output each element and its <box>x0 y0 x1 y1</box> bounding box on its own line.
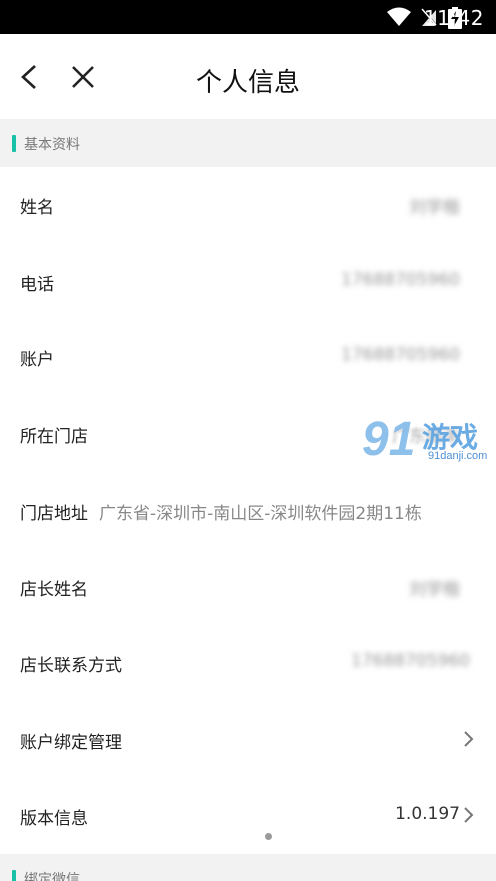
chevron-right-icon <box>464 807 474 823</box>
row-value: 刘学楷 <box>409 198 460 218</box>
section-label: 绑定微信 <box>24 872 80 881</box>
row-version[interactable]: 版本信息 1.0.197 <box>0 778 496 854</box>
row-manager-contact: 店长联系方式 17688705960 <box>0 625 496 701</box>
status-bar: 11:42 <box>0 0 496 34</box>
row-value: 刘学楷 <box>409 580 460 600</box>
row-account: 账户 17688705960 <box>0 319 496 395</box>
title-bar: 个人信息 <box>0 34 496 119</box>
row-value: 17688705960 <box>341 270 460 290</box>
row-phone: 电话 17688705960 <box>0 244 496 320</box>
row-label: 店长联系方式 <box>20 656 122 676</box>
section-header-basic: 基本资料 <box>0 119 496 167</box>
section-accent-bar <box>12 870 16 881</box>
row-store-address: 门店地址 广东省-深圳市-南山区-深圳软件园2期11栋 <box>0 473 496 549</box>
row-label: 姓名 <box>20 198 54 218</box>
wifi-icon <box>387 7 411 26</box>
row-label: 电话 <box>20 275 54 295</box>
status-time: 11:42 <box>423 6 484 30</box>
row-label: 店长姓名 <box>20 580 88 600</box>
row-name: 姓名 刘学楷 <box>0 167 496 243</box>
row-label: 账户绑定管理 <box>20 733 122 753</box>
row-manager-name: 店长姓名 刘学楷 <box>0 549 496 625</box>
row-value: 17688705960 <box>351 651 470 671</box>
row-account-binding[interactable]: 账户绑定管理 <box>0 702 496 778</box>
section-label: 基本资料 <box>24 137 80 153</box>
row-value: 17688705960 <box>341 345 460 365</box>
section-header-wechat: 绑定微信 <box>0 854 496 881</box>
section-accent-bar <box>12 135 16 152</box>
chevron-right-icon <box>464 731 474 747</box>
row-label: 版本信息 <box>20 809 88 829</box>
watermark-logo: 91 游戏 91danji.com <box>362 412 496 468</box>
row-label: 所在门店 <box>20 427 88 447</box>
version-value: 1.0.197 <box>395 804 460 824</box>
row-label: 门店地址 <box>20 504 88 524</box>
scroll-indicator-dot <box>265 833 272 840</box>
watermark-number: 91 <box>362 413 416 466</box>
row-label: 账户 <box>20 350 54 370</box>
row-value: 广东省-深圳市-南山区-深圳软件园2期11栋 <box>99 504 422 524</box>
page-title: 个人信息 <box>195 68 300 98</box>
watermark-site: 91danji.com <box>428 450 488 462</box>
